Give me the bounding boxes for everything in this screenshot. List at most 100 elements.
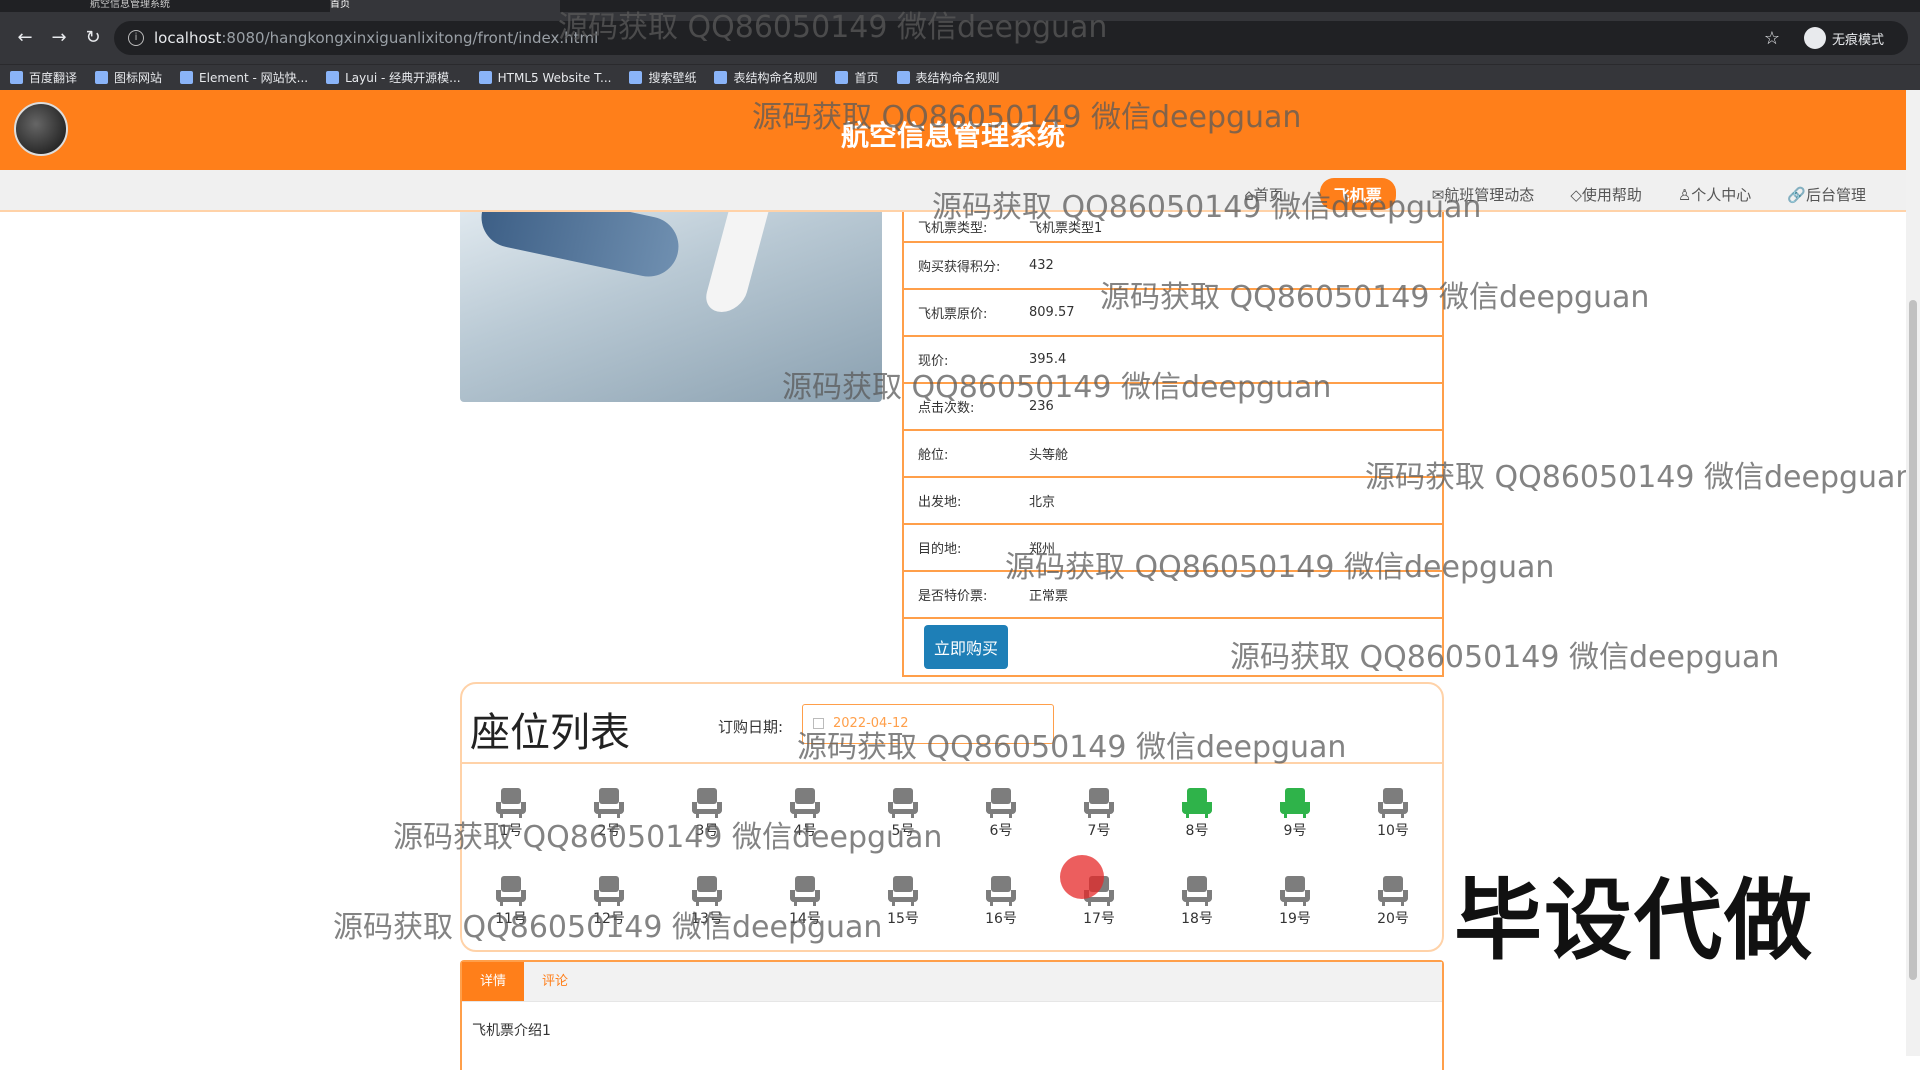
detail-row: 飞机票类型: 飞机票类型1 (904, 212, 1442, 243)
forward-icon[interactable]: → (46, 25, 72, 51)
seat-icon (1378, 876, 1408, 906)
detail-row: 点击次数: 236 (904, 384, 1442, 431)
detail-key: 出发地: (918, 495, 962, 510)
incognito-indicator[interactable]: 无痕模式 (1803, 27, 1884, 49)
bookmark-item[interactable]: 搜索壁纸 (629, 69, 696, 86)
url-path: :8080/hangkongxinxiguanlixitong/front/in… (221, 29, 599, 47)
detail-row: 购买获得积分: 432 (904, 243, 1442, 290)
seat-item[interactable]: 1号 (462, 772, 560, 856)
bookmark-item[interactable]: 表结构命名规则 (896, 69, 1000, 86)
detail-value: 飞机票类型1 (1029, 221, 1103, 236)
seat-item[interactable]: 19号 (1246, 860, 1344, 944)
seat-item[interactable]: 5号 (854, 772, 952, 856)
bookmark-item[interactable]: 图标网站 (95, 69, 162, 86)
nav-admin[interactable]: 🔗后台管理 (1787, 184, 1866, 205)
detail-value: 北京 (1029, 495, 1056, 510)
bookmark-label: HTML5 Website T... (497, 70, 612, 85)
seat-item[interactable]: 18号 (1148, 860, 1246, 944)
bookmark-item[interactable]: 百度翻译 (10, 69, 77, 86)
seat-label: 12号 (593, 911, 625, 927)
bookmark-star-icon[interactable]: ☆ (1764, 28, 1780, 49)
seat-item[interactable]: 16号 (952, 860, 1050, 944)
seat-label: 10号 (1377, 823, 1409, 839)
scrollbar-thumb[interactable] (1909, 300, 1917, 980)
seat-item[interactable]: 3号 (658, 772, 756, 856)
seat-list-title: 座位列表 (470, 710, 630, 756)
order-date-input[interactable]: 2022-04-12 (802, 704, 1054, 744)
seat-label: 9号 (1283, 823, 1307, 839)
nav-help[interactable]: ◇使用帮助 (1570, 184, 1642, 205)
incognito-label: 无痕模式 (1831, 32, 1884, 48)
seat-item[interactable]: 6号 (952, 772, 1050, 856)
seat-label: 7号 (1087, 823, 1111, 839)
seat-item[interactable]: 12号 (560, 860, 658, 944)
bookmark-item[interactable]: HTML5 Website T... (478, 70, 612, 85)
bookmark-item[interactable]: 首页 (835, 69, 879, 86)
nav-profile[interactable]: ♙个人中心 (1678, 184, 1751, 205)
seat-item[interactable]: 15号 (854, 860, 952, 944)
nav-tickets[interactable]: 飞机票 (1319, 178, 1396, 210)
seat-item[interactable]: 2号 (560, 772, 658, 856)
detail-key: 舱位: (918, 448, 949, 463)
bookmark-item[interactable]: Element - 网站快... (180, 69, 308, 86)
back-icon[interactable]: ← (12, 25, 38, 51)
seat-icon (496, 788, 526, 818)
site-title: 航空信息管理系统 (840, 119, 1065, 152)
seat-label: 17号 (1083, 911, 1115, 927)
tab-comments[interactable]: 评论 (524, 962, 586, 1001)
browser-tab-active[interactable]: 首页 (330, 0, 560, 12)
nav-home[interactable]: ⌂首页 (1244, 184, 1284, 205)
seat-label: 8号 (1185, 823, 1209, 839)
ticket-detail-table: 飞机票类型: 飞机票类型1 购买获得积分: 432 飞机票原价: 809.57 现价:… (902, 212, 1444, 677)
bookmark-item[interactable]: 表结构命名规则 (714, 69, 817, 86)
bookmark-label: 首页 (854, 71, 879, 85)
cursor-click-indicator (1060, 855, 1104, 899)
seat-label: 1号 (499, 823, 523, 839)
detail-value: 236 (1029, 399, 1054, 414)
seat-icon (1084, 788, 1114, 818)
seat-label: 6号 (989, 823, 1013, 839)
url-host: localhost (154, 29, 222, 47)
seat-item[interactable]: 9号 (1246, 772, 1344, 856)
ticket-photo (460, 212, 882, 402)
seat-item[interactable]: 4号 (756, 772, 854, 856)
detail-tabs: 详情 评论 飞机票介绍1 (460, 960, 1444, 1070)
seat-item[interactable]: 8号 (1148, 772, 1246, 856)
seat-icon (986, 788, 1016, 818)
site-header: 航空信息管理系统 (0, 90, 1906, 170)
bookmark-icon (896, 71, 910, 84)
detail-row: 出发地: 北京 (904, 478, 1442, 525)
seat-item[interactable]: 13号 (658, 860, 756, 944)
bookmark-label: Layui - 经典开源模... (345, 71, 461, 85)
browser-tab[interactable]: 航空信息管理系统 (90, 0, 310, 12)
detail-row: 舱位: 头等舱 (904, 431, 1442, 478)
url-input[interactable]: i localhost:8080/hangkongxinxiguanlixito… (114, 21, 1908, 55)
buy-now-button[interactable]: 立即购买 (924, 625, 1009, 669)
seat-item[interactable]: 10号 (1344, 772, 1442, 856)
seat-label: 11号 (495, 911, 527, 927)
reload-icon[interactable]: ↻ (80, 25, 106, 51)
seat-icon (594, 788, 624, 818)
bookmark-item[interactable]: Layui - 经典开源模... (326, 69, 461, 86)
nav-flight-news[interactable]: ✉航班管理动态 (1432, 184, 1535, 205)
detail-key: 现价: (918, 354, 949, 369)
tab-label: 航空信息管理系统 (90, 0, 170, 10)
bookmark-icon (629, 71, 643, 84)
tab-label: 首页 (330, 0, 350, 10)
seat-item[interactable]: 7号 (1050, 772, 1148, 856)
seat-item[interactable]: 14号 (756, 860, 854, 944)
seat-label: 13号 (691, 911, 723, 927)
order-date-label: 订购日期: (718, 718, 784, 736)
tab-details[interactable]: 详情 (462, 962, 525, 1001)
detail-row: 现价: 395.4 (904, 337, 1442, 384)
seat-item[interactable]: 11号 (462, 860, 560, 944)
seat-item[interactable]: 20号 (1344, 860, 1442, 944)
info-icon[interactable]: i (128, 30, 144, 46)
bookmark-label: 搜索壁纸 (648, 71, 697, 85)
detail-row: 目的地: 郑州 (904, 525, 1442, 572)
detail-value: 头等舱 (1029, 448, 1069, 463)
seat-panel: 座位列表 订购日期: 2022-04-12 1号 2号 3号 4号 5号 6号 7号 8号 9号… (460, 682, 1444, 952)
detail-key: 飞机票类型: (918, 221, 988, 236)
page-scrollbar[interactable] (1906, 90, 1920, 1056)
incognito-icon (1803, 27, 1826, 49)
